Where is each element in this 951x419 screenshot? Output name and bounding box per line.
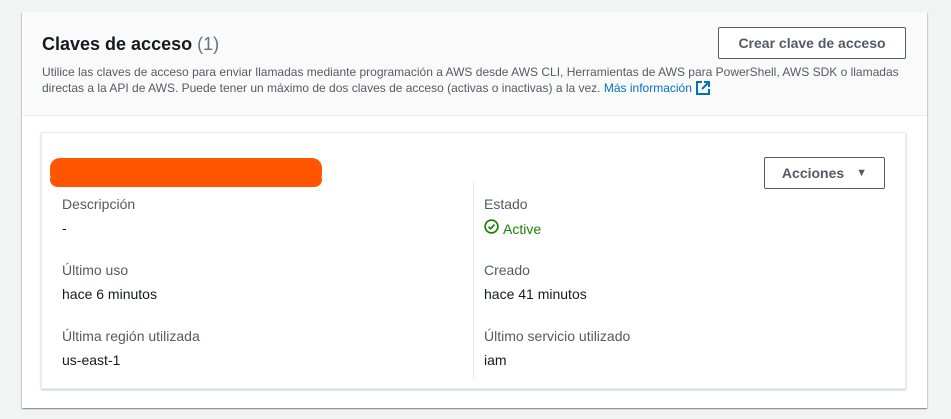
last-region-label: Última región utilizada <box>62 328 200 344</box>
more-info-link[interactable]: Más información <box>604 81 692 95</box>
create-access-key-button[interactable]: Crear clave de acceso <box>718 27 906 59</box>
external-link-icon[interactable] <box>695 81 710 99</box>
section-title-text: Claves de acceso <box>42 34 193 54</box>
status-text: Active <box>503 220 542 237</box>
caret-down-icon: ▼ <box>856 167 868 179</box>
last-used-value: hace 6 minutos <box>62 286 157 302</box>
description-label: Descripción <box>62 196 136 212</box>
actions-label: Acciones <box>781 165 845 181</box>
key-count: (1) <box>197 34 220 54</box>
last-service-label: Último servicio utilizado <box>484 328 631 344</box>
section-description: Utilice las claves de acceso para enviar… <box>42 64 902 99</box>
status-value: Active <box>484 219 541 238</box>
access-key-card: Acciones ▼ Descripción - Último uso hace… <box>41 132 906 389</box>
panel-header: Claves de acceso (1) Utilice las claves … <box>22 12 927 116</box>
last-service-value: iam <box>484 352 507 368</box>
redacted-key-id-underline <box>50 172 322 187</box>
actions-dropdown-button[interactable]: Acciones ▼ <box>764 157 885 189</box>
description-value: - <box>62 220 67 236</box>
access-keys-panel: Claves de acceso (1) Utilice las claves … <box>22 12 927 408</box>
column-divider <box>473 181 474 381</box>
created-label: Creado <box>484 262 530 278</box>
check-circle-icon <box>484 219 499 238</box>
last-used-label: Último uso <box>62 262 129 278</box>
created-value: hace 41 minutos <box>484 286 587 302</box>
status-label: Estado <box>484 196 528 212</box>
description-text: Utilice las claves de acceso para enviar… <box>42 65 899 95</box>
section-title: Claves de acceso (1) <box>42 33 219 55</box>
last-region-value: us-east-1 <box>62 352 121 368</box>
